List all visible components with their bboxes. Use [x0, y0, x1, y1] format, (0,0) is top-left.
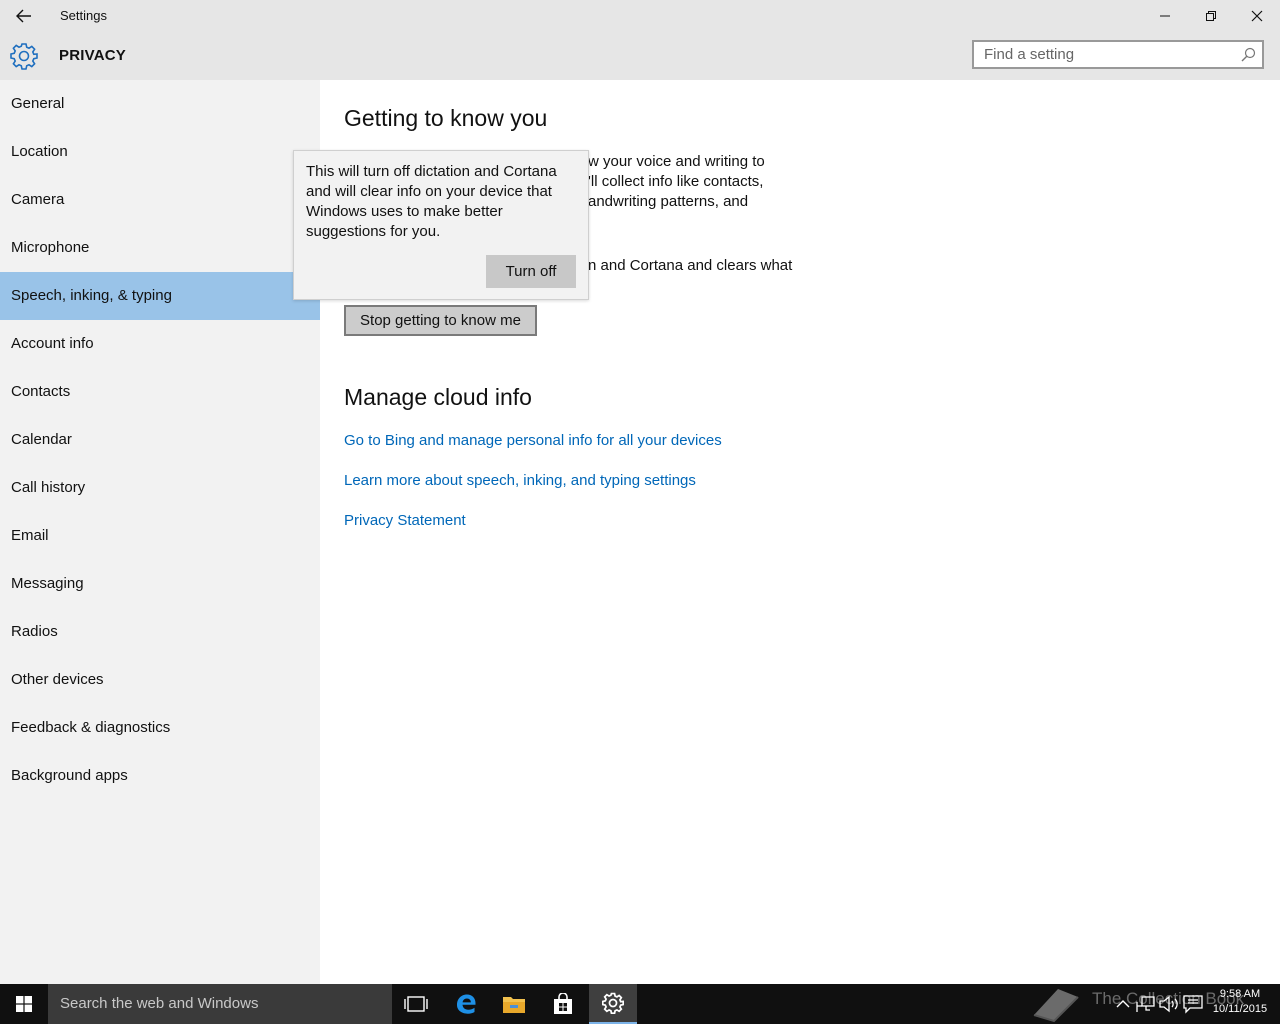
sidebar-item-other-devices[interactable]: Other devices: [0, 656, 320, 704]
sidebar-item-location[interactable]: Location: [0, 128, 320, 176]
volume-icon[interactable]: [1158, 994, 1180, 1014]
sidebar-item-radios[interactable]: Radios: [0, 608, 320, 656]
privacy-statement-link[interactable]: Privacy Statement: [344, 512, 466, 529]
search-box[interactable]: [972, 40, 1264, 69]
sidebar-item-call-history[interactable]: Call history: [0, 464, 320, 512]
gear-icon: [602, 992, 624, 1014]
search-input[interactable]: [974, 42, 1244, 67]
file-explorer-button[interactable]: [490, 984, 538, 1024]
sidebar-item-messaging[interactable]: Messaging: [0, 560, 320, 608]
settings-taskbar-button[interactable]: [589, 984, 637, 1024]
taskbar-search-box[interactable]: Search the web and Windows: [48, 984, 392, 1024]
search-icon[interactable]: [1241, 47, 1256, 62]
store-bag-icon: [554, 993, 572, 1014]
bing-manage-info-link[interactable]: Go to Bing and manage personal info for …: [344, 432, 722, 449]
sidebar-item-general[interactable]: General: [0, 80, 320, 128]
folder-icon: [503, 997, 525, 1013]
close-button[interactable]: [1234, 0, 1280, 32]
network-icon[interactable]: [1134, 994, 1156, 1014]
back-button[interactable]: [0, 0, 48, 32]
description-line: andwriting patterns, and: [588, 193, 749, 210]
sidebar-item-speech-inking-typing[interactable]: Speech, inking, & typing: [0, 272, 320, 320]
sidebar-item-email[interactable]: Email: [0, 512, 320, 560]
description-text: w your voice and writing to 'll collect …: [588, 152, 1038, 212]
close-icon: [1251, 10, 1263, 22]
clock-time: 9:58 AM: [1219, 988, 1261, 1000]
minimize-icon: [1160, 15, 1170, 17]
start-button[interactable]: [0, 984, 48, 1024]
clock-date: 10/11/2015: [1212, 1003, 1268, 1015]
task-view-icon: [404, 996, 428, 1012]
taskbar: Search the web and Windows The Collectio…: [0, 984, 1280, 1024]
section-title-getting-to-know-you: Getting to know you: [344, 105, 548, 131]
sidebar-item-calendar[interactable]: Calendar: [0, 416, 320, 464]
sidebar-item-feedback-diagnostics[interactable]: Feedback & diagnostics: [0, 704, 320, 752]
turn-off-confirmation-flyout: This will turn off dictation and Cortana…: [293, 150, 589, 300]
edge-icon: [457, 994, 476, 1014]
section-title-manage-cloud-info: Manage cloud info: [344, 384, 532, 410]
restore-button[interactable]: [1188, 0, 1234, 32]
sidebar-item-account-info[interactable]: Account info: [0, 320, 320, 368]
store-button[interactable]: [539, 984, 587, 1024]
settings-window: Settings PRIVACY Ge: [0, 0, 1280, 984]
gear-icon: [10, 43, 38, 70]
chevron-up-icon[interactable]: [1112, 994, 1134, 1014]
book-logo-icon: [1033, 989, 1079, 1023]
sidebar-item-contacts[interactable]: Contacts: [0, 368, 320, 416]
description-line: w your voice and writing to: [588, 153, 765, 170]
restore-icon: [1206, 11, 1216, 21]
back-arrow-icon: [16, 9, 31, 23]
sidebar-item-camera[interactable]: Camera: [0, 176, 320, 224]
sidebar-item-background-apps[interactable]: Background apps: [0, 752, 320, 800]
sidebar: General Location Camera Microphone Speec…: [0, 80, 320, 984]
description-text-2: n and Cortana and clears what: [588, 257, 793, 274]
flyout-message: This will turn off dictation and Cortana…: [306, 163, 557, 240]
sidebar-item-microphone[interactable]: Microphone: [0, 224, 320, 272]
page-heading: PRIVACY: [59, 47, 126, 64]
description-line: 'll collect info like contacts,: [588, 173, 764, 190]
turn-off-button[interactable]: Turn off: [486, 255, 576, 288]
title-bar: Settings: [0, 0, 1280, 32]
windows-logo-icon: [16, 996, 32, 1012]
learn-more-link[interactable]: Learn more about speech, inking, and typ…: [344, 472, 696, 489]
edge-button[interactable]: [442, 984, 490, 1024]
window-title: Settings: [60, 8, 107, 23]
system-clock[interactable]: 9:58 AM 10/11/2015: [1208, 987, 1272, 1017]
minimize-button[interactable]: [1142, 0, 1188, 32]
stop-getting-to-know-me-button[interactable]: Stop getting to know me: [344, 305, 537, 336]
task-view-button[interactable]: [392, 984, 440, 1024]
action-center-icon[interactable]: [1182, 994, 1204, 1014]
